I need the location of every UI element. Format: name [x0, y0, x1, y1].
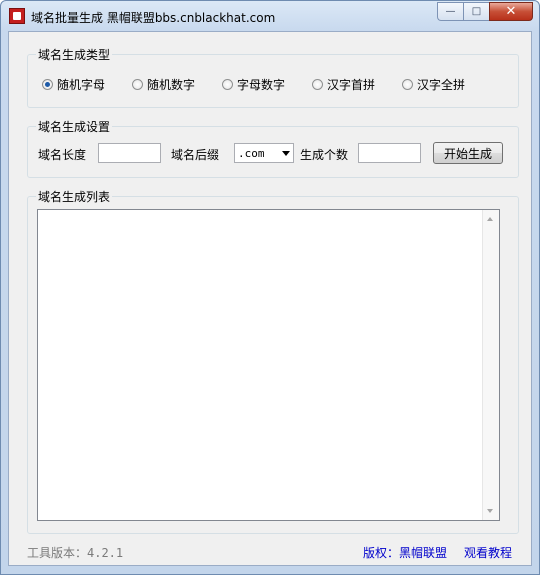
length-label: 域名长度: [38, 148, 87, 162]
radio-label: 字母数字: [237, 78, 286, 92]
radio-pinyin-initials[interactable]: 汉字首拼: [312, 76, 375, 93]
chevron-down-icon: [282, 151, 290, 156]
count-input[interactable]: [358, 143, 421, 163]
count-label: 生成个数: [300, 148, 349, 162]
radio-random-letters[interactable]: 随机字母: [42, 76, 105, 93]
radio-label: 汉字首拼: [327, 78, 376, 92]
radio-pinyin-full[interactable]: 汉字全拼: [402, 76, 465, 93]
start-generate-button[interactable]: 开始生成: [433, 142, 503, 164]
app-window: 域名批量生成 黑帽联盟bbs.cnblackhat.com — □ ✕ 域名生成…: [0, 0, 540, 575]
radio-icon: [312, 79, 323, 90]
app-icon: [9, 8, 25, 24]
list-group-title: 域名生成列表: [36, 188, 113, 205]
radio-icon: [222, 79, 233, 90]
radio-letters-digits[interactable]: 字母数字: [222, 76, 285, 93]
radio-label: 随机字母: [57, 78, 106, 92]
type-group-title: 域名生成类型: [36, 46, 113, 63]
window-title: 域名批量生成 黑帽联盟bbs.cnblackhat.com: [31, 11, 276, 25]
caption-buttons: — □ ✕: [437, 2, 533, 22]
domain-list-box[interactable]: [37, 209, 500, 521]
tutorial-link[interactable]: 观看教程: [464, 544, 512, 561]
radio-checked-icon: [42, 79, 53, 90]
settings-group-title: 域名生成设置: [36, 118, 113, 135]
suffix-selected-value: .com: [238, 146, 265, 160]
copyright-link[interactable]: 版权：黑帽联盟: [363, 544, 447, 561]
maximize-button[interactable]: □: [463, 2, 489, 21]
version-text: 工具版本：4.2.1: [27, 546, 124, 560]
length-input[interactable]: [98, 143, 161, 163]
minimize-button[interactable]: —: [437, 2, 463, 21]
radio-label: 随机数字: [147, 78, 196, 92]
radio-icon: [402, 79, 413, 90]
scroll-down-arrow-icon[interactable]: [487, 509, 493, 513]
close-button[interactable]: ✕: [489, 2, 533, 21]
vertical-scrollbar[interactable]: [482, 210, 499, 520]
radio-label: 汉字全拼: [417, 78, 466, 92]
title-bar[interactable]: 域名批量生成 黑帽联盟bbs.cnblackhat.com — □ ✕: [1, 1, 539, 31]
scroll-up-arrow-icon[interactable]: [487, 217, 493, 221]
suffix-select[interactable]: .com: [234, 143, 294, 163]
radio-random-digits[interactable]: 随机数字: [132, 76, 195, 93]
radio-icon: [132, 79, 143, 90]
suffix-label: 域名后缀: [171, 148, 220, 162]
